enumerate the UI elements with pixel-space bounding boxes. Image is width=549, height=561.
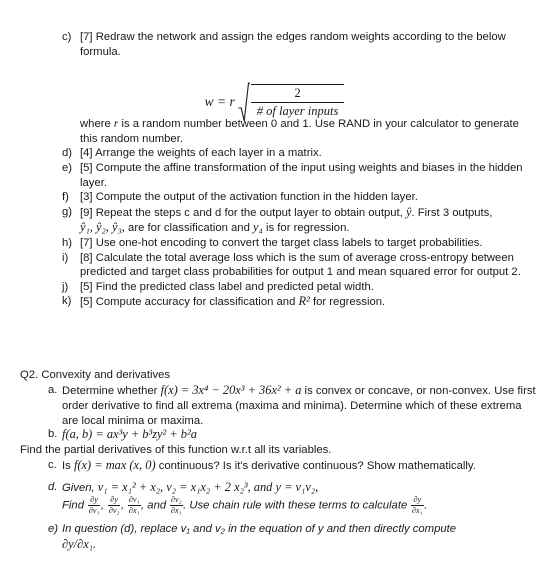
question1-items: c) [7] Redraw the network and assign the… (62, 30, 532, 310)
q2a-lead: Determine whether (62, 385, 161, 397)
partial-dy-dv2: ∂y ∂v₂ (107, 495, 121, 515)
partial-dv1-dx1: ∂v₁ ∂x₁ (127, 495, 141, 515)
list-item-k-text-part1: [5] Compute accuracy for classification … (80, 296, 299, 309)
list-item-f-text: [3] Compute the output of the activation… (80, 191, 418, 204)
partial-dy-dv2-den: ∂v₂ (107, 504, 121, 515)
partial-dy-dv2-num: ∂y (110, 495, 118, 505)
partial-dy-dx1-den: ∂x₁ (410, 504, 424, 515)
fraction-denominator: # of layer inputs (256, 104, 339, 118)
list-marker-q2c: c. (48, 459, 57, 471)
partial-dv2-dx1-den: ∂x₁ (169, 504, 183, 515)
list-item-d: d) [4] Arrange the weights of each layer… (62, 146, 532, 161)
list-marker-f: f) (62, 191, 69, 204)
list-marker-q2e: e) (48, 523, 59, 535)
q2d-and: and (144, 499, 170, 512)
list-item-q2e-text: In question (d), replace v₁ and v₂ in th… (62, 522, 538, 553)
partial-dy-dx1: ∂y ∂x₁ (410, 495, 424, 515)
list-marker-e: e) (62, 161, 73, 174)
q2d-comma1: , (100, 499, 108, 512)
list-marker-q2a: a. (48, 384, 58, 396)
list-item-h: h) [7] Use one-hot encoding to convert t… (62, 236, 532, 251)
list-marker-k: k) (62, 295, 72, 308)
fraction-numerator: 2 (250, 85, 345, 103)
y4-symbol: y₄ (253, 220, 263, 235)
partial-dy-dv1: ∂y ∂v₁ (87, 495, 101, 515)
question2-item-c-wrap: c. Is f(x) = max (x, 0) continuous? Is i… (48, 458, 538, 474)
list-item-e-text: [5] Compute the affine transformation of… (80, 161, 523, 189)
list-item-f: f) [3] Compute the output of the activat… (62, 190, 532, 205)
fraction: 2 # of layer inputs (250, 84, 345, 120)
list-item-c-text: [7] Redraw the network and assign the ed… (80, 31, 506, 58)
weight-formula: w = r 2 # of layer inputs (205, 84, 345, 120)
list-item-h-text: [7] Use one-hot encoding to convert the … (80, 236, 483, 249)
list-marker-q2d: d. (48, 481, 58, 493)
question2-item-e-wrap: e) In question (d), replace v₁ and v₂ in… (48, 522, 538, 553)
list-item-d-text: [4] Arrange the weights of each layer in… (80, 147, 322, 160)
partial-dy-dv1-den: ∂v₁ (87, 504, 101, 515)
list-item-q2b: b. f(a, b) = ax³y + b³zy² + b²a (48, 427, 538, 442)
q2d-line2-lead: Find (62, 499, 88, 512)
list-item-c: c) [7] Redraw the network and assign the… (62, 30, 532, 59)
q2d-comma2: , (120, 499, 128, 512)
question2-item-b-wrap: b. f(a, b) = ax³y + b³zy² + b²a (48, 427, 538, 442)
list-item-k: k) [5] Compute accuracy for classificati… (62, 294, 532, 310)
list-item-g: g) [9] Repeat the steps c and d for the … (62, 205, 532, 236)
partial-dv2-dx1: ∂v₂ ∂x₁ (169, 495, 183, 515)
partial-dv2-dx1-num: ∂v₂ (170, 495, 182, 505)
list-marker-q2b: b. (48, 428, 58, 440)
list-item-i-text: [8] Calculate the total average loss whi… (80, 251, 521, 279)
list-item-i: i) [8] Calculate the total average loss … (62, 251, 532, 280)
list-marker-j: j) (62, 280, 69, 293)
y-hat-list: ŷ₁, ŷ₂, ŷ₃, (80, 220, 125, 235)
list-item-j-text: [5] Find the predicted class label and p… (80, 280, 374, 293)
list-marker-i: i) (62, 251, 69, 264)
question2-interline-note: Find the partial derivatives of this fun… (20, 444, 332, 456)
list-item-g-line2-text2: is for regression. (262, 222, 350, 235)
list-item-q2a: a. Determine whether f(x) = 3x⁴ − 20x³ +… (48, 383, 538, 428)
list-item-q2c-text: Is f(x) = max (x, 0) continuous? Is it's… (62, 458, 538, 474)
question2-heading: Q2. Convexity and derivatives (20, 369, 171, 381)
q2b-equation: f(a, b) = ax³y + b³zy² + b²a (62, 427, 197, 441)
partial-dv1-dx1-den: ∂x₁ (127, 504, 141, 515)
list-item-q2d-text: Given, v₁ = x₁² + x₂, v₂ = x₁x₂ + 2 x₂³,… (62, 480, 538, 515)
list-item-j: j) [5] Find the predicted class label an… (62, 280, 532, 295)
list-marker-h: h) (62, 236, 73, 249)
list-item-g-line2-text: are for classification and (124, 222, 254, 235)
q2d-line2-tail: . Use chain rule with these terms to cal… (183, 499, 411, 512)
formula-left-hand-side: w = r (204, 94, 235, 109)
list-item-g-text-part1: [9] Repeat the steps c and d for the out… (80, 206, 406, 219)
question2-item-a-wrap: a. Determine whether f(x) = 3x⁴ − 20x³ +… (48, 383, 538, 428)
q2d-line2-end: . (424, 499, 428, 512)
list-item-q2e: e) In question (d), replace v₁ and v₂ in… (48, 522, 538, 553)
list-marker-d: d) (62, 147, 73, 160)
q2e-line1: In question (d), replace v₁ and v₂ in th… (62, 523, 457, 535)
q2d-line1-lead: Given, (62, 482, 98, 494)
partial-dy-dx1-num: ∂y (413, 495, 422, 505)
r-squared-symbol: R² (298, 294, 310, 309)
list-item-k-text: [5] Compute accuracy for classification … (80, 294, 532, 310)
list-item-q2d: d. Given, v₁ = x₁² + x₂, v₂ = x₁x₂ + 2 x… (48, 480, 538, 515)
q2c-lead: Is (62, 460, 74, 472)
list-item-q2c: c. Is f(x) = max (x, 0) continuous? Is i… (48, 458, 538, 474)
list-marker-g: g) (62, 205, 73, 218)
radical-sign-icon (238, 82, 250, 122)
list-item-k-text-part2: for regression. (309, 296, 386, 309)
list-item-g-text: [9] Repeat the steps c and d for the out… (80, 205, 532, 236)
q2a-equation: f(x) = 3x⁴ − 20x³ + 36x² + a (160, 383, 302, 397)
q2d-line1-equation: v₁ = x₁² + x₂, v₂ = x₁x₂ + 2 x₂³, and y … (97, 480, 319, 494)
q2c-equation: f(x) = max (x, 0) (73, 458, 156, 472)
list-item-q2a-text: Determine whether f(x) = 3x⁴ − 20x³ + 36… (62, 383, 538, 428)
document-page: c) [7] Redraw the network and assign the… (0, 0, 549, 561)
q2e-line2: ∂y/∂x₁. (62, 536, 97, 551)
weight-formula-block: w = r 2 # of layer inputs (0, 84, 549, 136)
partial-dy-dv1-num: ∂y (90, 495, 98, 505)
list-item-e: e) [5] Compute the affine transformation… (62, 161, 532, 190)
q2c-tail: continuous? Is it's derivative continuou… (155, 460, 476, 472)
list-item-g-text-part2: . First 3 outputs, (411, 206, 493, 219)
partial-dv1-dx1-num: ∂v₁ (128, 495, 140, 505)
question2-item-d-wrap: d. Given, v₁ = x₁² + x₂, v₂ = x₁x₂ + 2 x… (48, 480, 538, 515)
list-marker-c: c) (62, 31, 72, 43)
square-root-expression: 2 # of layer inputs (238, 84, 345, 120)
